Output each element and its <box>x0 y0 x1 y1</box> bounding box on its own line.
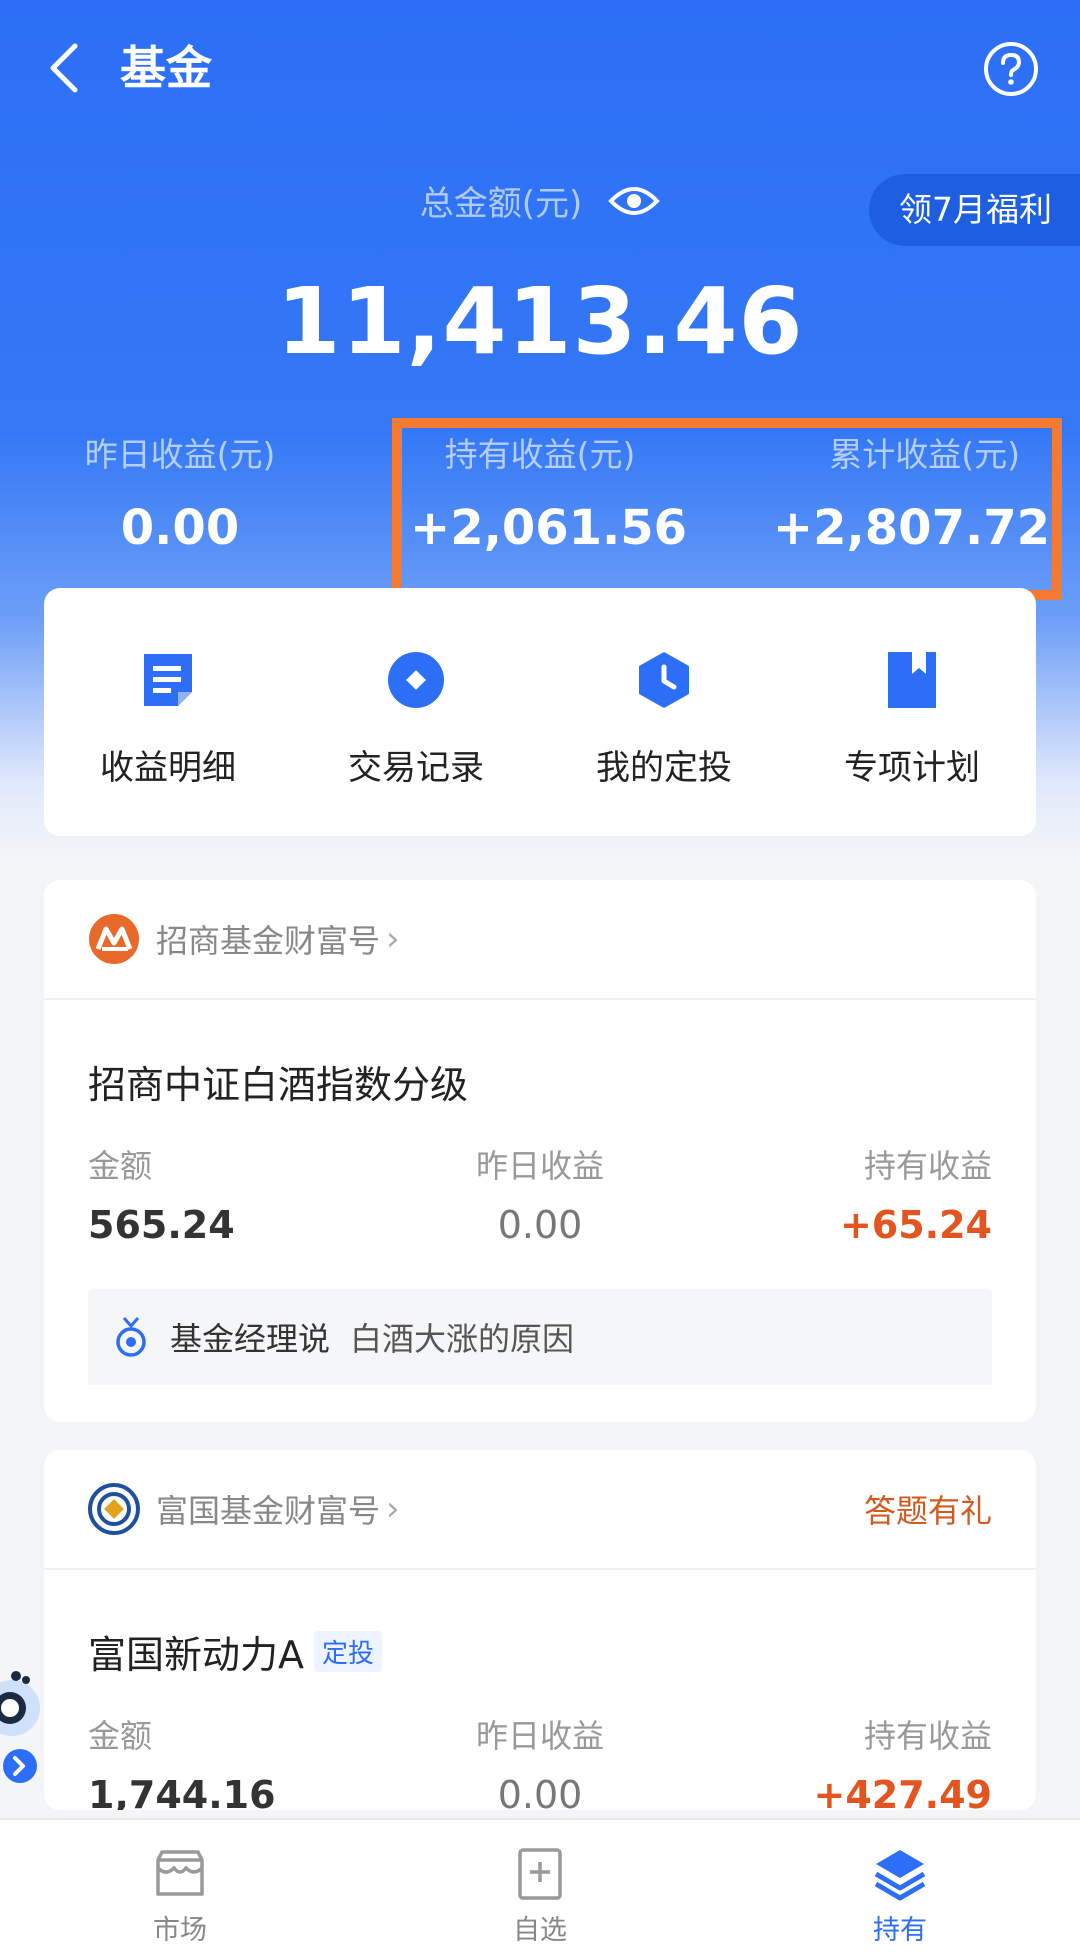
holdings-layers-icon <box>874 1850 926 1901</box>
fund-card[interactable]: 富国基金财富号 › 答题有礼 富国新动力A 定投 金额 昨日收益 持有收益 1,… <box>44 1450 1036 1810</box>
fund-brand-header[interactable]: 富国基金财富号 › 答题有礼 <box>44 1450 1036 1570</box>
quick-action-label: 交易记录 <box>348 748 484 788</box>
fund-card[interactable]: 招商基金财富号 › 招商中证白酒指数分级 金额 昨日收益 持有收益 565.24… <box>44 880 1036 1422</box>
yesterday-earnings-value: 0.00 <box>120 500 240 556</box>
cumulative-earnings-value: +2,807.72 <box>772 500 1050 556</box>
total-amount: 11,413.46 <box>276 268 804 375</box>
quick-actions-card: 收益明细 交易记录 我的定投 专项计划 <box>44 588 1036 836</box>
yesterday-earnings-label: 昨日收益(元) <box>84 435 276 474</box>
help-button[interactable] <box>982 40 1040 98</box>
holding-value: +65.24 <box>839 1203 992 1247</box>
amount-value: 565.24 <box>88 1203 235 1247</box>
bottom-navigation: 市场 自选 持有 <box>0 1818 1080 1952</box>
eye-icon[interactable] <box>608 181 661 221</box>
clock-hexagon-icon <box>639 652 689 708</box>
amount-value: 1,744.16 <box>88 1773 276 1810</box>
amount-label: 金额 <box>88 1717 153 1755</box>
medal-icon <box>116 1317 146 1357</box>
nav-label: 自选 <box>513 1915 567 1946</box>
yesterday-label: 昨日收益 <box>475 1147 604 1185</box>
fund-metric-values: 565.24 0.00 +65.24 <box>44 1187 1036 1247</box>
fund-brand-name: 招商基金财富号 <box>156 922 381 960</box>
insight-text: 白酒大涨的原因 <box>350 1320 575 1358</box>
help-circle-icon <box>984 42 1038 96</box>
fund-name: 富国新动力A <box>88 1633 304 1677</box>
quick-action-earnings-detail[interactable]: 收益明细 <box>44 588 292 836</box>
nav-item-holdings[interactable]: 持有 <box>720 1820 1080 1952</box>
nav-item-market[interactable]: 市场 <box>0 1820 360 1952</box>
watchlist-icon <box>518 1848 562 1900</box>
quick-action-special-plan[interactable]: 专项计划 <box>788 588 1036 836</box>
fullgoal-logo-icon <box>88 1483 140 1535</box>
nav-item-watchlist[interactable]: 自选 <box>360 1820 720 1952</box>
cumulative-earnings: 累计收益(元) +2,807.72 <box>770 432 1050 560</box>
yesterday-label: 昨日收益 <box>475 1717 604 1755</box>
app-root: 基金 总金额(元) 领7月福利 11,413.46 昨日收益(元) 0.00 持… <box>0 0 1080 1952</box>
yesterday-value: 0.00 <box>497 1203 583 1247</box>
quiz-reward-link[interactable]: 答题有礼 <box>864 1486 992 1532</box>
monthly-benefit-button[interactable]: 领7月福利 <box>869 174 1080 246</box>
fund-name-row: 富国新动力A 定投 <box>44 1570 1036 1679</box>
fund-metric-labels: 金额 昨日收益 持有收益 <box>44 1679 1036 1757</box>
nav-label: 持有 <box>873 1915 927 1946</box>
holding-label: 持有收益 <box>863 1717 992 1755</box>
fund-metric-labels: 金额 昨日收益 持有收益 <box>44 1109 1036 1187</box>
holding-earnings-label: 持有收益(元) <box>444 435 636 474</box>
fund-name: 招商中证白酒指数分级 <box>88 1063 469 1107</box>
china-merchants-logo-icon <box>89 914 139 964</box>
quick-action-label: 收益明细 <box>100 748 236 788</box>
chevron-left-icon <box>50 43 78 93</box>
holding-label: 持有收益 <box>863 1147 992 1185</box>
quick-action-label: 我的定投 <box>596 748 732 788</box>
quick-action-my-investment-plan[interactable]: 我的定投 <box>540 588 788 836</box>
chevron-right-icon: › <box>386 919 400 959</box>
diamond-record-icon <box>388 652 444 708</box>
fund-brand-header[interactable]: 招商基金财富号 › <box>44 880 1036 1000</box>
nav-label: 市场 <box>153 1915 207 1946</box>
quick-action-label: 专项计划 <box>844 748 980 788</box>
holding-value: +427.49 <box>813 1773 992 1810</box>
document-icon <box>144 654 192 706</box>
chevron-right-icon: › <box>386 1489 400 1529</box>
page-title: 基金 <box>120 41 212 95</box>
cumulative-earnings-label: 累计收益(元) <box>829 435 1020 474</box>
yesterday-earnings: 昨日收益(元) 0.00 <box>70 432 290 560</box>
insight-prefix: 基金经理说 <box>170 1320 331 1358</box>
holding-earnings: 持有收益(元) +2,061.56 <box>410 432 688 560</box>
fund-brand-name: 富国基金财富号 <box>156 1492 381 1530</box>
fund-metric-values: 1,744.16 0.00 +427.49 <box>44 1757 1036 1810</box>
holding-earnings-value: +2,061.56 <box>410 500 688 556</box>
auto-invest-tag: 定投 <box>314 1631 383 1672</box>
yesterday-value: 0.00 <box>497 1773 583 1810</box>
fund-name-row: 招商中证白酒指数分级 <box>44 1000 1036 1109</box>
amount-label: 金额 <box>88 1147 153 1185</box>
bookmark-icon <box>888 652 936 708</box>
manager-insight-banner[interactable]: 基金经理说 白酒大涨的原因 <box>88 1289 992 1385</box>
quick-action-transaction-records[interactable]: 交易记录 <box>292 588 540 836</box>
market-icon <box>156 1850 204 1896</box>
back-button[interactable] <box>34 38 94 98</box>
floating-assistant-icon[interactable] <box>0 1660 46 1790</box>
total-label: 总金额(元) <box>419 184 583 224</box>
